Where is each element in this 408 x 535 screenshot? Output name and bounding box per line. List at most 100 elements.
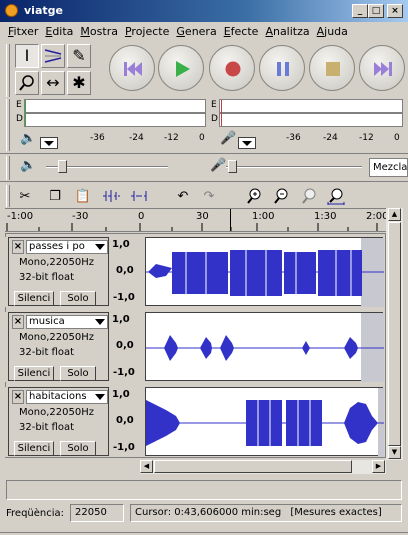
ruler-label: -30 [72, 211, 89, 222]
play-button[interactable] [158, 45, 204, 91]
mixer-grip[interactable] [6, 156, 10, 180]
pause-icon [260, 46, 306, 92]
window-title: viatge [24, 4, 63, 17]
pause-button[interactable] [259, 45, 305, 91]
waveform-area[interactable] [145, 237, 384, 307]
track-format: Mono,22050Hz [19, 332, 94, 343]
ruler-label: 1:30 [314, 211, 337, 222]
solo-button[interactable]: Solo [60, 291, 96, 306]
menu-ajuda[interactable]: Ajuda [313, 25, 351, 38]
waveform-area[interactable] [145, 387, 384, 457]
output-volume-thumb[interactable] [58, 160, 67, 173]
mute-button[interactable]: Silenci [14, 366, 54, 381]
track-close-icon[interactable]: × [12, 240, 24, 254]
waveform [146, 238, 384, 307]
input-volume-thumb[interactable] [228, 160, 237, 173]
selection-tool-icon[interactable]: I [15, 44, 39, 68]
vruler-bottom: -1,0 [113, 292, 135, 303]
play-scale-12: -12 [164, 133, 179, 143]
scroll-right-icon[interactable]: ▶ [372, 460, 385, 473]
menu-edita[interactable]: Edita [42, 25, 77, 38]
waveform-area[interactable] [145, 312, 384, 382]
track-bitdepth: 32-bit float [19, 347, 75, 358]
toolbar-grip[interactable] [6, 44, 10, 97]
output-volume-icon: 🔈 [20, 158, 37, 173]
mute-button[interactable]: Silenci [14, 291, 54, 306]
speaker-icon: 🔈 [20, 131, 37, 146]
track-close-icon[interactable]: × [12, 315, 24, 329]
rec-scale-0: 0 [394, 133, 400, 143]
menu-genera[interactable]: Genera [173, 25, 220, 38]
edit-grip[interactable] [6, 185, 10, 207]
multi-tool-icon[interactable]: ✱ [67, 71, 91, 95]
vertical-scroll-thumb[interactable] [388, 222, 401, 446]
waveform [146, 313, 384, 382]
mute-button[interactable]: Silenci [14, 441, 54, 456]
title-bar: viatge _ □ × [0, 0, 408, 22]
track-name-menu[interactable]: habitacions [26, 390, 108, 404]
paste-icon[interactable]: 📋 [72, 185, 94, 207]
tools-toolbar: I ✎ ↔ ✱ [15, 44, 93, 97]
track-format: Mono,22050Hz [19, 407, 94, 418]
track-name-menu[interactable]: passes i po [26, 240, 108, 254]
zoom-in-icon[interactable] [243, 185, 265, 207]
play-meter-menu-button[interactable] [40, 137, 58, 149]
horizontal-scroll-thumb[interactable] [154, 460, 352, 473]
horizontal-scrollbar[interactable]: ◀ ▶ [140, 460, 386, 474]
zoom-out-icon[interactable] [270, 185, 292, 207]
menu-bar: Fitxer Edita Mostra Projecte Genera Efec… [0, 22, 408, 41]
stop-button[interactable] [309, 45, 355, 91]
silence-icon[interactable] [128, 185, 150, 207]
meter-grip[interactable] [6, 99, 10, 151]
track-bitdepth: 32-bit float [19, 422, 75, 433]
track-control-panel: × musica Mono,22050Hz 32-bit float Silen… [8, 312, 109, 381]
solo-button[interactable]: Solo [60, 366, 96, 381]
rate-label: Freqüència: [6, 508, 65, 519]
track-close-icon[interactable]: × [12, 390, 24, 404]
copy-icon[interactable]: ❐ [44, 185, 66, 207]
ruler-label: 0 [138, 211, 145, 222]
cursor-position: Cursor: 0:43,606000 min:seg [135, 507, 282, 518]
play-icon [159, 46, 205, 92]
track-name-menu[interactable]: musica [26, 315, 108, 329]
skip-to-end-button[interactable] [359, 45, 405, 91]
scroll-left-icon[interactable]: ◀ [140, 460, 153, 473]
rec-scale-12: -12 [359, 133, 374, 143]
timeshift-tool-icon[interactable]: ↔ [41, 71, 65, 95]
record-button[interactable] [209, 45, 255, 91]
scroll-up-icon[interactable]: ▲ [388, 208, 401, 221]
undo-icon[interactable]: ↶ [172, 185, 194, 207]
solo-button[interactable]: Solo [60, 441, 96, 456]
draw-tool-icon[interactable]: ✎ [67, 44, 91, 68]
trim-icon[interactable] [100, 185, 122, 207]
menu-fitxer[interactable]: Fitxer [0, 25, 42, 38]
menu-mostra[interactable]: Mostra [77, 25, 122, 38]
track-habitacions[interactable]: × habitacions Mono,22050Hz 32-bit float … [5, 387, 384, 457]
skip-to-start-button[interactable] [109, 45, 155, 91]
timeline-ruler[interactable]: -1:00 -30 0 30 1:00 1:30 2:00 [5, 208, 388, 232]
cut-icon[interactable]: ✂ [14, 185, 36, 207]
minimize-button[interactable]: _ [352, 4, 368, 18]
rec-meter-level [221, 100, 222, 126]
ruler-ticks [6, 223, 378, 231]
menu-efecte[interactable]: Efecte [220, 25, 262, 38]
redo-icon[interactable]: ↷ [198, 185, 220, 207]
rate-field[interactable]: 22050 [70, 504, 124, 522]
rec-meter-menu-button[interactable] [238, 137, 256, 149]
envelope-tool-icon[interactable] [41, 44, 65, 68]
input-source-select[interactable]: Mezcla [369, 158, 408, 177]
input-volume-slider[interactable] [226, 166, 362, 168]
fit-selection-icon[interactable] [298, 185, 320, 207]
vertical-scrollbar[interactable]: ▲ ▼ [386, 208, 403, 460]
menu-analitza[interactable]: Analitza [262, 25, 313, 38]
waveform [146, 388, 384, 457]
menu-projecte[interactable]: Projecte [121, 25, 172, 38]
fit-project-icon[interactable] [325, 185, 347, 207]
scroll-down-icon[interactable]: ▼ [388, 446, 401, 459]
microphone-icon: 🎤 [220, 131, 237, 146]
zoom-tool-icon[interactable] [15, 71, 39, 95]
track-musica[interactable]: × musica Mono,22050Hz 32-bit float Silen… [5, 312, 384, 382]
close-button[interactable]: × [387, 4, 403, 18]
maximize-button[interactable]: □ [368, 4, 384, 18]
track-passes-i-po[interactable]: × passes i po Mono,22050Hz 32-bit float … [5, 237, 384, 307]
